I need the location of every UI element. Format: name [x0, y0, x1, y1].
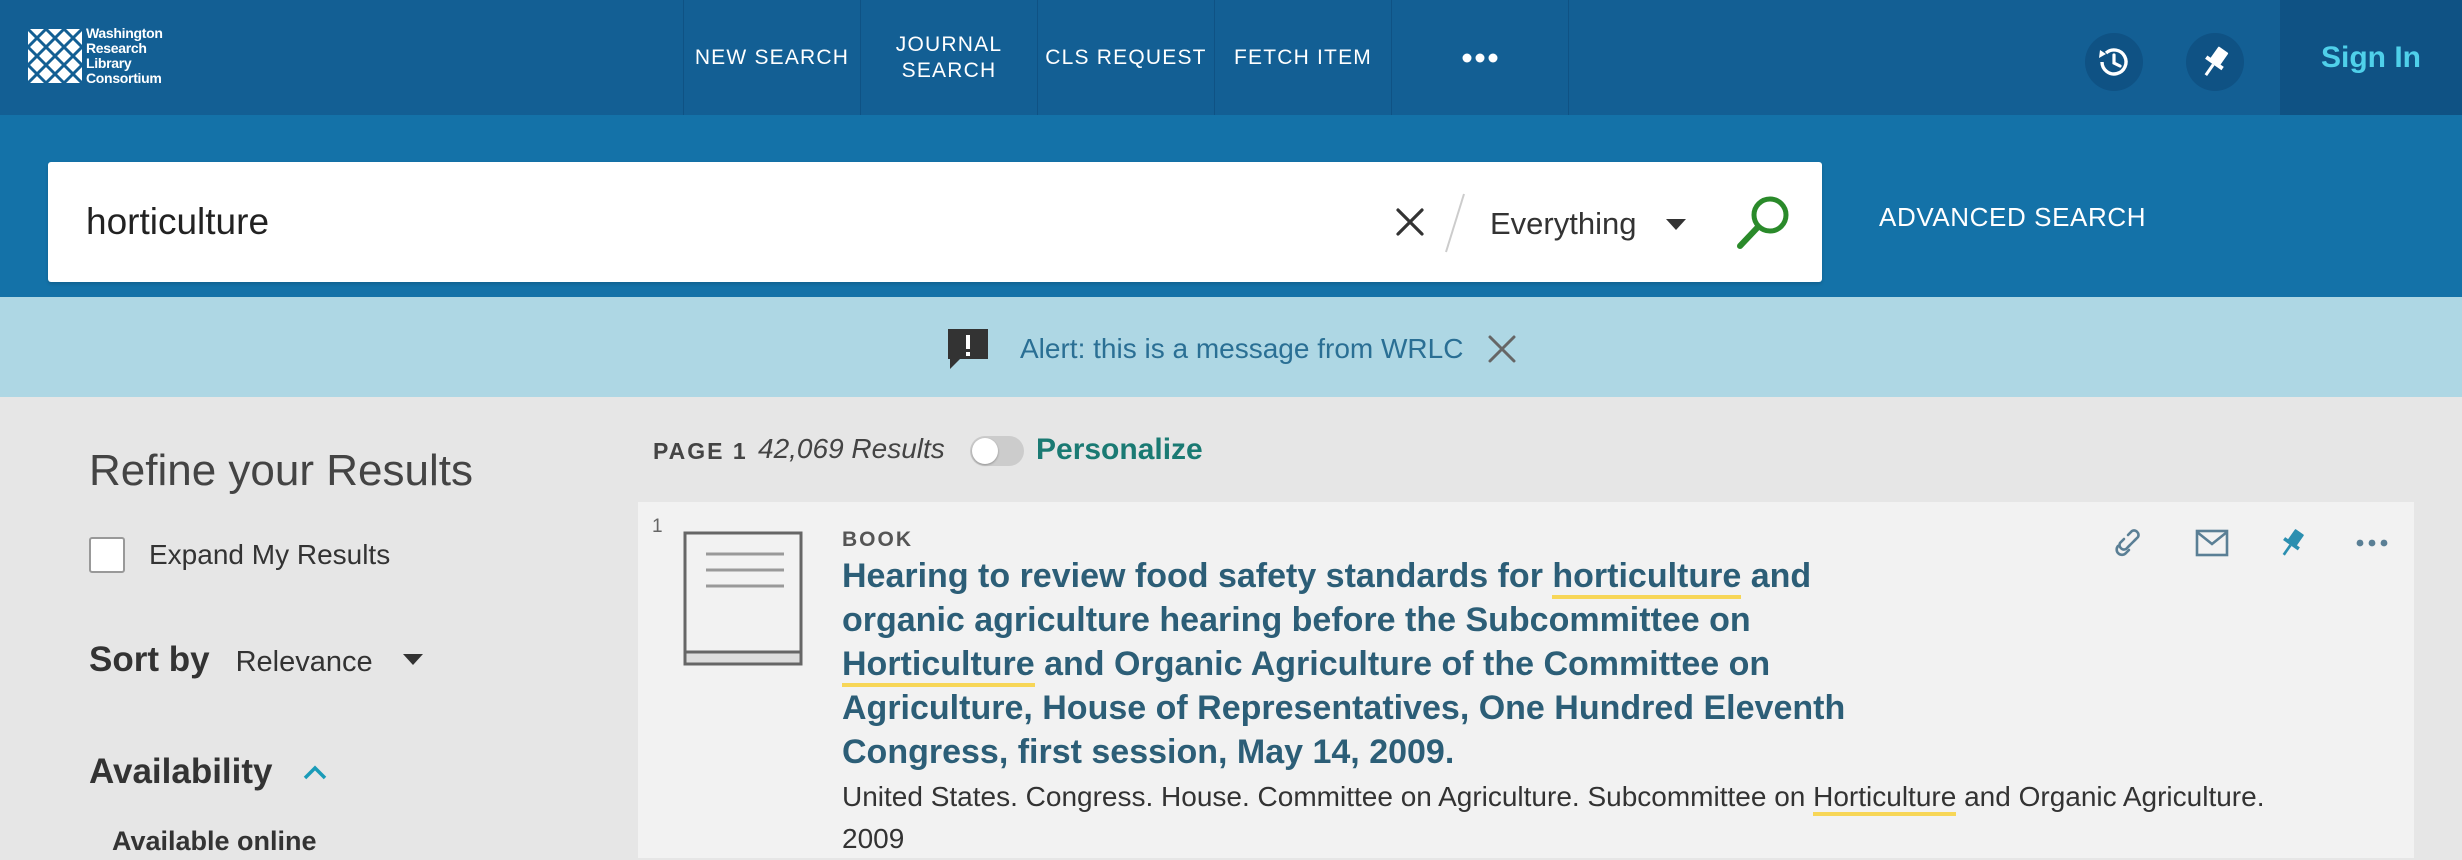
- more-actions-button[interactable]: [2332, 520, 2412, 566]
- nav-label: CLS REQUEST: [1045, 45, 1207, 69]
- refine-results-heading: Refine your Results: [89, 446, 473, 495]
- ellipsis-icon: [2356, 539, 2388, 547]
- logo-text: Washington Research Library Consortium: [86, 26, 163, 86]
- search-box: Everything: [48, 162, 1822, 282]
- email-icon: [2195, 529, 2229, 557]
- title-highlight: Horticulture: [842, 645, 1035, 687]
- nav-new-search[interactable]: NEW SEARCH: [683, 0, 860, 115]
- nav-label: FETCH ITEM: [1234, 45, 1372, 69]
- title-highlight: horticulture: [1552, 557, 1742, 599]
- nav-cls-request[interactable]: CLS REQUEST: [1037, 0, 1214, 115]
- clear-search-icon[interactable]: [1390, 202, 1430, 242]
- personalize-toggle[interactable]: [970, 436, 1024, 466]
- logo-line: Library: [86, 55, 132, 71]
- logo-line: Research: [86, 40, 147, 56]
- results-count: 42,069 Results: [758, 433, 945, 464]
- sort-by-label: Sort by: [89, 640, 210, 679]
- result-number: 1: [652, 516, 663, 537]
- divider-slash: [1445, 193, 1465, 253]
- creator-text: United States. Congress. House. Committe…: [842, 781, 1814, 812]
- sign-in-area: Sign In: [2280, 0, 2462, 115]
- book-thumbnail-icon[interactable]: [682, 530, 804, 670]
- page-label: PAGE 1: [653, 438, 748, 464]
- nav-journal-search[interactable]: JOURNAL SEARCH: [860, 0, 1037, 115]
- alert-content: Alert: this is a message from WRLC: [946, 327, 1519, 371]
- search-band: Everything ADVANCED SEARCH: [0, 115, 2462, 297]
- ellipsis-icon: [1462, 53, 1498, 62]
- expand-results-checkbox[interactable]: Expand My Results: [89, 537, 390, 573]
- result-year: 2009: [842, 823, 905, 854]
- top-navigation-bar: Washington Research Library Consortium N…: [0, 0, 2462, 115]
- result-creator: United States. Congress. House. Committe…: [842, 776, 2382, 860]
- search-history-button[interactable]: [2085, 33, 2143, 91]
- permalink-button[interactable]: [2092, 520, 2172, 566]
- scope-label: Everything: [1490, 206, 1637, 241]
- nav-label: NEW SEARCH: [694, 45, 850, 69]
- link-icon: [2115, 529, 2140, 557]
- creator-highlight: Horticulture: [1813, 781, 1957, 816]
- sort-by-dropdown[interactable]: Relevance: [236, 646, 373, 679]
- pin-icon: [2204, 46, 2229, 76]
- nav-more-button[interactable]: [1391, 0, 1569, 115]
- advanced-search-link[interactable]: ADVANCED SEARCH: [1879, 202, 2146, 233]
- wrlc-logo[interactable]: Washington Research Library Consortium: [26, 24, 176, 88]
- chevron-up-icon: [303, 765, 326, 780]
- result-title-link[interactable]: Hearing to review food safety standards …: [842, 554, 1862, 774]
- logo-lattice-icon: [26, 27, 84, 85]
- search-icon[interactable]: [1730, 188, 1798, 256]
- logo-line: Washington: [86, 25, 163, 41]
- logo-line: Consortium: [86, 70, 162, 86]
- pin-result-button[interactable]: [2252, 520, 2332, 566]
- available-online-facet[interactable]: Available online: [112, 826, 317, 857]
- nav-label: JOURNAL SEARCH: [895, 32, 1003, 82]
- expand-results-label: Expand My Results: [149, 539, 391, 570]
- availability-facet-header[interactable]: Availability: [89, 752, 329, 792]
- search-scope-dropdown[interactable]: Everything: [1490, 194, 1710, 254]
- availability-label: Availability: [89, 752, 273, 791]
- sort-by: Sort by Relevance: [89, 640, 423, 680]
- search-input[interactable]: [86, 194, 1366, 250]
- toggle-knob: [972, 438, 998, 464]
- checkbox[interactable]: [89, 537, 125, 573]
- main-nav: NEW SEARCH JOURNAL SEARCH CLS REQUEST FE…: [683, 0, 1569, 115]
- personalize-label[interactable]: Personalize: [1036, 433, 1203, 467]
- creator-text: and Organic Agriculture.: [1956, 781, 2265, 812]
- alert-banner: Alert: this is a message from WRLC: [0, 297, 2462, 397]
- result-item[interactable]: 1 BOOK Hearing to review food safety sta…: [638, 502, 2414, 858]
- caret-down-icon[interactable]: [402, 654, 423, 665]
- alert-message-icon: [948, 329, 988, 369]
- caret-down-icon: [1666, 218, 1687, 230]
- history-icon: [2099, 48, 2128, 76]
- result-actions: [2092, 520, 2412, 566]
- pin-icon: [2282, 529, 2304, 556]
- resource-type: BOOK: [842, 528, 913, 551]
- email-button[interactable]: [2172, 520, 2252, 566]
- nav-fetch-item[interactable]: FETCH ITEM: [1214, 0, 1391, 115]
- close-icon[interactable]: [1485, 332, 1519, 366]
- title-text: Hearing to review food safety standards …: [842, 557, 1553, 595]
- alert-text: Alert: this is a message from WRLC: [1020, 333, 1464, 364]
- sign-in-link[interactable]: Sign In: [2321, 41, 2421, 75]
- pinned-items-button[interactable]: [2186, 33, 2244, 91]
